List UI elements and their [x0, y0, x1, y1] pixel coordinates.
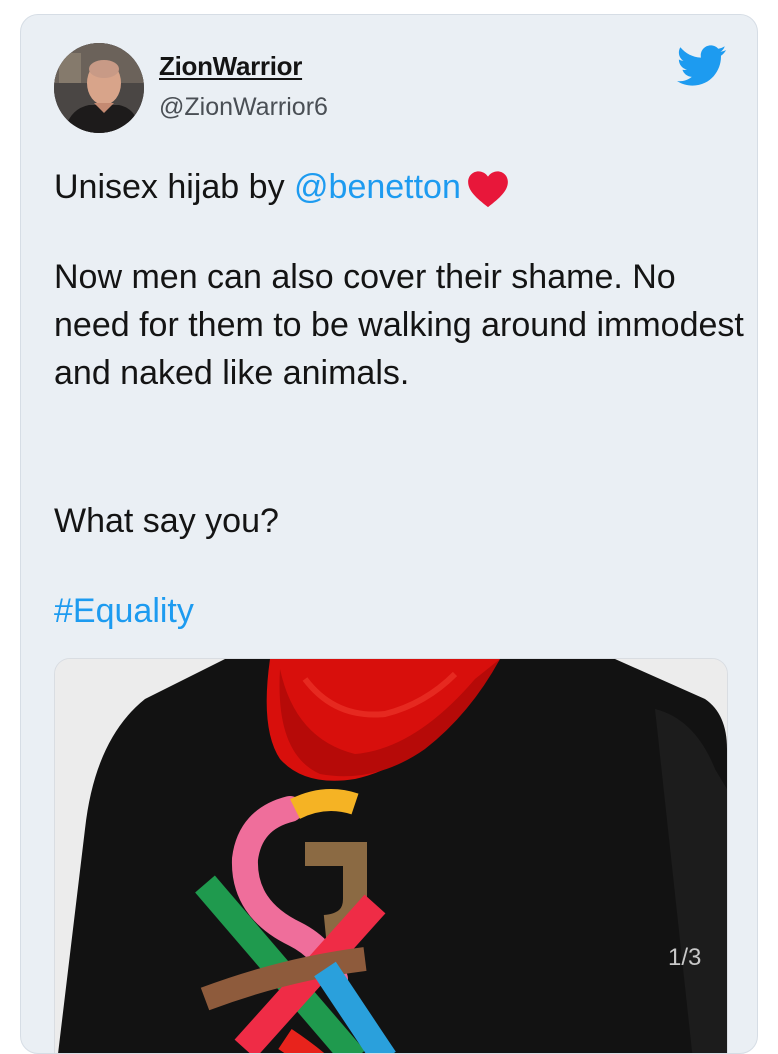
mention-link[interactable]: @benetton — [294, 168, 461, 206]
tweet-card[interactable]: ZionWarrior @ZionWarrior6 Unisex hijab b… — [20, 14, 758, 1054]
hashtag-link[interactable]: #Equality — [54, 587, 744, 635]
tweet-text-prefix: Unisex hijab by — [54, 168, 295, 206]
tweet-text-line1: Unisex hijab by @benetton — [54, 163, 744, 211]
avatar-photo — [54, 43, 144, 133]
tweet-text-question: What say you? — [54, 502, 279, 540]
user-handle[interactable]: @ZionWarrior6 — [159, 93, 328, 122]
tweet-media-image[interactable]: 1/3 — [54, 658, 728, 1053]
product-photo — [55, 659, 727, 1053]
twitter-bird-icon[interactable] — [677, 45, 727, 87]
red-heart-icon — [468, 171, 508, 208]
image-counter: 1/3 — [668, 944, 702, 971]
avatar[interactable] — [54, 43, 144, 133]
hashtag-text[interactable]: #Equality — [54, 592, 194, 630]
tweet-text-body: Now men can also cover their shame. No n… — [54, 258, 744, 392]
display-name[interactable]: ZionWarrior — [159, 51, 302, 82]
